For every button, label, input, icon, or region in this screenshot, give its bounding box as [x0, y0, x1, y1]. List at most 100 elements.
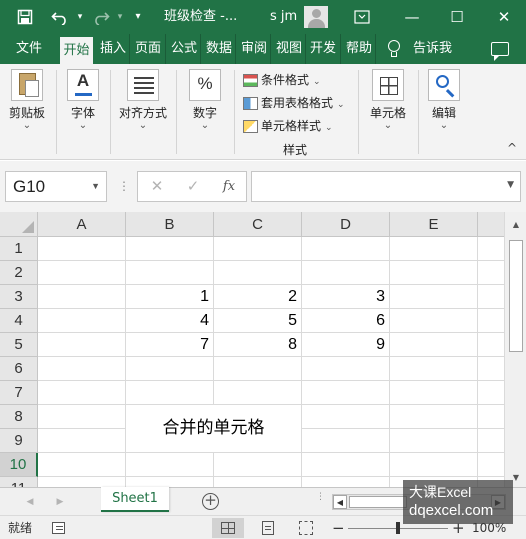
tab-page-layout[interactable]: 页面: [133, 34, 166, 64]
scroll-up-arrow-icon[interactable]: ▲: [509, 218, 523, 232]
next-sheet-icon[interactable]: ▶: [52, 495, 68, 509]
undo-dropdown-icon[interactable]: ▾: [73, 0, 87, 34]
add-sheet-button[interactable]: +: [202, 493, 219, 510]
redo-dropdown-icon[interactable]: ▾: [113, 0, 127, 34]
row-header-6[interactable]: 6: [0, 357, 38, 381]
macro-recording-icon[interactable]: [52, 522, 65, 534]
cancel-entry-button[interactable]: ✕: [142, 172, 172, 201]
chevron-down-icon: ⌄: [383, 120, 393, 131]
tab-insert[interactable]: 插入: [97, 34, 130, 64]
zoom-slider-handle[interactable]: [396, 522, 400, 534]
font-label: 字体: [70, 106, 95, 120]
cell-styles-icon: [243, 120, 258, 133]
avatar-body: [308, 19, 325, 28]
watermark: 大课Excel dqexcel.com: [403, 480, 513, 524]
close-button[interactable]: ✕: [484, 0, 524, 34]
comments-icon[interactable]: [491, 42, 509, 61]
restore-button[interactable]: ☐: [437, 0, 477, 34]
worksheet-grid[interactable]: A B C D E 1 2 3 4 5 6 7 8 9 10 11 1 2 3 …: [0, 212, 526, 487]
undo-icon[interactable]: [47, 0, 73, 34]
ribbon-display-options-icon[interactable]: [342, 0, 382, 34]
tab-file[interactable]: 文件: [8, 34, 50, 64]
chevron-down-icon: ⌄: [439, 120, 449, 131]
vertical-scrollbar[interactable]: ▲ ▼: [504, 212, 526, 487]
row-header-5[interactable]: 5: [0, 333, 38, 357]
cell-d4[interactable]: 6: [302, 309, 389, 332]
insert-function-button[interactable]: fx: [214, 172, 244, 201]
row-header-3[interactable]: 3: [0, 285, 38, 309]
cell-b4[interactable]: 4: [126, 309, 213, 332]
cell-d3[interactable]: 3: [302, 285, 389, 308]
horizontal-scroll-thumb[interactable]: [349, 496, 407, 508]
avatar[interactable]: [304, 6, 328, 28]
cell-c4[interactable]: 5: [214, 309, 301, 332]
cell-b5[interactable]: 7: [126, 333, 213, 356]
column-header-a[interactable]: A: [38, 212, 126, 237]
lightbulb-icon[interactable]: [386, 39, 402, 59]
clipboard-group[interactable]: 剪贴板 ⌄: [2, 64, 52, 160]
row-header-11[interactable]: 11: [0, 477, 38, 487]
column-header-e[interactable]: E: [390, 212, 478, 237]
tab-formulas[interactable]: 公式: [168, 34, 201, 64]
tab-view[interactable]: 视图: [273, 34, 306, 64]
previous-sheet-icon[interactable]: ◀: [22, 495, 38, 509]
scroll-left-arrow-icon[interactable]: ◀: [333, 495, 347, 509]
conditional-format-button[interactable]: 条件格式 ⌄: [243, 70, 321, 90]
row-header-8[interactable]: 8: [0, 405, 38, 429]
redo-icon[interactable]: [89, 0, 113, 34]
ribbon-divider: [418, 70, 419, 154]
row-header-10[interactable]: 10: [0, 453, 38, 477]
tab-help[interactable]: 帮助: [343, 34, 376, 64]
font-letter: A: [76, 71, 90, 90]
cell-c5[interactable]: 8: [214, 333, 301, 356]
number-group[interactable]: % 数字 ⌄: [182, 64, 228, 160]
column-header-b[interactable]: B: [126, 212, 214, 237]
customize-quick-access-icon[interactable]: ▾: [130, 0, 146, 34]
save-icon[interactable]: [13, 0, 37, 34]
cell-d5[interactable]: 9: [302, 333, 389, 356]
tab-home[interactable]: 开始: [60, 37, 93, 64]
expand-formula-bar-icon[interactable]: ▼: [507, 180, 514, 190]
format-as-table-button[interactable]: 套用表格格式 ⌄: [243, 93, 345, 113]
cell-b3[interactable]: 1: [126, 285, 213, 308]
tab-data[interactable]: 数据: [203, 34, 236, 64]
editing-group[interactable]: 编辑 ⌄: [422, 64, 466, 160]
cell-c3[interactable]: 2: [214, 285, 301, 308]
merged-cell-b8-c9[interactable]: 合并的单元格: [126, 405, 301, 452]
row-header-7[interactable]: 7: [0, 381, 38, 405]
row-header-2[interactable]: 2: [0, 261, 38, 285]
font-group[interactable]: A 字体 ⌄: [60, 64, 106, 160]
tab-review[interactable]: 审阅: [238, 34, 271, 64]
cells-group[interactable]: 单元格 ⌄: [362, 64, 414, 160]
column-header-d[interactable]: D: [302, 212, 390, 237]
alignment-icon: [127, 69, 159, 101]
row-header-4[interactable]: 4: [0, 309, 38, 333]
cell-styles-button[interactable]: 单元格样式 ⌄: [243, 116, 333, 136]
tab-developer[interactable]: 开发: [308, 34, 341, 64]
formula-input[interactable]: ▼: [251, 171, 521, 202]
name-box[interactable]: G10 ▼: [5, 171, 107, 202]
vertical-scroll-thumb[interactable]: [509, 240, 523, 352]
minimize-button[interactable]: —: [392, 0, 432, 34]
cell-area[interactable]: 1 2 3 4 5 6 7 8 9 合并的单元格: [38, 237, 504, 487]
collapse-ribbon-icon[interactable]: ^: [503, 141, 521, 155]
page-layout-view-button[interactable]: [252, 518, 284, 538]
page-break-view-button[interactable]: [290, 518, 322, 538]
select-all-button[interactable]: [0, 212, 38, 237]
sheet-tab-sheet1[interactable]: Sheet1: [101, 487, 169, 512]
alignment-group[interactable]: 对齐方式 ⌄: [114, 64, 172, 160]
column-header-f[interactable]: [478, 212, 504, 237]
ribbon-divider: [110, 70, 111, 154]
confirm-entry-button[interactable]: ✓: [178, 172, 208, 201]
row-header-9[interactable]: 9: [0, 429, 38, 453]
normal-view-button[interactable]: [212, 518, 244, 538]
tab-tell-me[interactable]: 告诉我: [413, 34, 457, 64]
row-header-1[interactable]: 1: [0, 237, 38, 261]
user-name[interactable]: s jm: [270, 0, 297, 34]
column-header-c[interactable]: C: [214, 212, 302, 237]
zoom-out-button[interactable]: −: [332, 516, 345, 539]
cells-icon: [372, 69, 404, 101]
tab-splitter[interactable]: ⋮: [316, 493, 325, 502]
chevron-down-icon[interactable]: ▼: [91, 172, 100, 201]
formula-bar-splitter[interactable]: ⋮: [118, 178, 130, 194]
